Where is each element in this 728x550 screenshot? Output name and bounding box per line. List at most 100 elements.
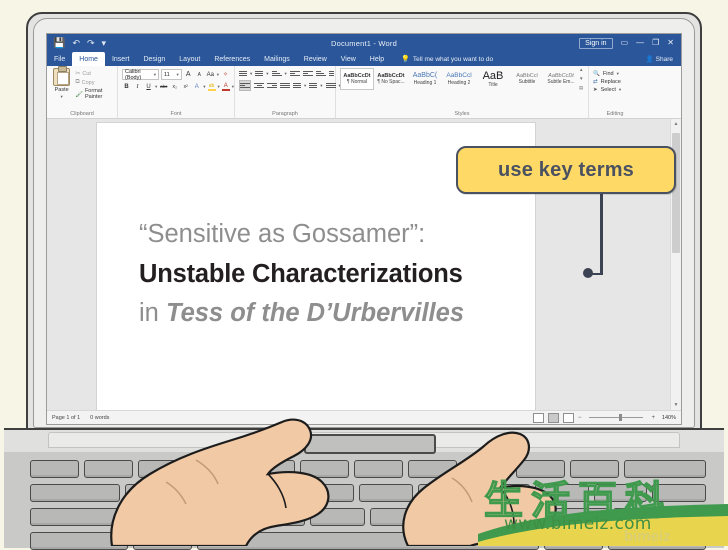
more-styles-icon[interactable]: ▤ [579,85,583,91]
align-right-button[interactable] [267,81,277,90]
font-name-combobox[interactable]: Calibri (Body) ▾ [122,69,160,81]
multilevel-list-button[interactable] [271,69,282,78]
tab-view[interactable]: View [334,52,363,66]
bold-button[interactable]: B [122,82,131,91]
increase-indent-button[interactable] [302,69,313,78]
text-highlight-button[interactable]: ab [207,83,216,91]
chevron-down-icon[interactable]: ▾ [250,71,252,77]
sign-in-button[interactable]: Sign in [579,37,613,49]
paste-button[interactable]: Paste ▾ [51,66,72,100]
format-painter-button[interactable]: 🖌 Format Painter [75,88,113,100]
style-subtle-emphasis[interactable]: AaBbCcDt Subtle Em... [544,68,578,90]
style-label: ¶ No Spac... [377,79,405,86]
chevron-down-icon[interactable]: ▾ [320,83,322,89]
chevron-down-icon[interactable]: ▾ [266,71,268,77]
tab-design[interactable]: Design [136,52,172,66]
tab-review[interactable]: Review [297,52,334,66]
undo-icon[interactable]: ↶ [72,38,80,48]
share-label: Share [655,55,673,63]
styles-gallery-scroll[interactable]: ▲ ▼ ▤ [578,67,583,91]
bullets-button[interactable] [239,69,247,78]
chevron-down-icon[interactable]: ▾ [232,84,234,90]
chevron-down-icon[interactable]: ▾ [155,84,157,90]
line-spacing-button[interactable] [293,81,301,90]
tab-mailings[interactable]: Mailings [257,52,297,66]
redo-icon[interactable]: ↷ [87,38,95,48]
replace-button[interactable]: ⇄ Replace [593,78,637,86]
ribbon-display-options-icon[interactable]: ▭ [621,39,629,47]
quick-access-toolbar[interactable]: 💾 ↶ ↷ ▾ [47,38,106,49]
show-formatting-marks-button[interactable] [328,69,334,78]
style-no-spacing[interactable]: AaBbCcDt ¶ No Spac... [374,68,408,90]
document-line-1: “Sensitive as Gossamer”: [139,220,426,248]
italic-button[interactable]: I [133,82,142,91]
font-color-button[interactable]: A [221,83,230,91]
tab-help[interactable]: Help [363,52,391,66]
minimize-button[interactable]: — [636,39,644,47]
chevron-down-icon[interactable]: ▾ [218,84,220,90]
find-button[interactable]: 🔍 Find ▾ [593,70,637,78]
chevron-down-icon[interactable]: ▾ [285,71,287,77]
tab-layout[interactable]: Layout [172,52,207,66]
style-subtitle[interactable]: AaBbCcl Subtitle [510,68,544,90]
align-center-button[interactable] [254,81,264,90]
find-label: Find [602,71,614,77]
paintbrush-icon: 🖌 [75,91,83,98]
justify-button[interactable] [280,81,290,90]
scroll-up-icon[interactable]: ▲ [671,119,681,129]
close-button[interactable]: ✕ [667,39,674,47]
left-hand [110,418,330,546]
sort-button[interactable] [315,69,326,78]
tab-file[interactable]: File [47,52,72,66]
scroll-down-icon[interactable]: ▼ [579,76,583,82]
chevron-down-icon[interactable]: ▾ [619,87,621,93]
align-left-button[interactable] [239,80,251,91]
underline-button[interactable]: U [144,82,153,91]
cut-button[interactable]: ✂ Cut [75,70,113,78]
ribbon-group-styles: AaBbCcDt ¶ Normal AaBbCcDt ¶ No Spac... … [336,66,589,118]
style-heading-1[interactable]: AaBbC( Heading 1 [408,68,442,90]
copy-button[interactable]: ⧉ Copy [75,79,113,86]
style-label: Heading 2 [447,79,471,86]
document-text-block[interactable]: “Sensitive as Gossamer”: Unstable Charac… [139,215,517,334]
tell-me-search[interactable]: 💡 Tell me what you want to do [401,52,493,66]
text-effects-button[interactable]: A [192,82,201,91]
superscript-button[interactable]: x² [181,82,190,91]
chevron-down-icon[interactable]: ▾ [304,83,306,89]
chevron-down-icon[interactable]: ▾ [217,72,219,78]
chevron-down-icon: ▾ [176,71,179,77]
font-size-combobox[interactable]: 11 ▾ [161,69,182,80]
numbering-button[interactable] [255,69,264,78]
decrease-indent-button[interactable] [289,69,300,78]
style-title[interactable]: AaB Title [476,68,510,90]
chevron-down-icon[interactable]: ▾ [61,94,63,100]
shading-button[interactable] [309,81,318,90]
borders-button[interactable] [325,81,336,90]
callout-text: use key terms [497,158,635,181]
tab-references[interactable]: References [207,52,257,66]
grow-font-button[interactable]: A [184,70,193,79]
select-button[interactable]: ➤ Select ▾ [593,86,637,94]
tab-home[interactable]: Home [72,52,105,66]
styles-gallery[interactable]: AaBbCcDt ¶ Normal AaBbCcDt ¶ No Spac... … [340,67,583,91]
tab-insert[interactable]: Insert [105,52,137,66]
share-button[interactable]: 👤 Share [646,52,681,66]
ribbon-group-paragraph: ▾ ▾ ▾ ▾ ▾ Paragraph [235,66,341,118]
ribbon-group-clipboard: Paste ▾ ✂ Cut ⧉ Copy 🖌 Format Painter Cl… [47,66,118,118]
line3-prefix: in [139,299,166,328]
chevron-down-icon[interactable]: ▾ [102,38,107,48]
style-normal[interactable]: AaBbCcDt ¶ Normal [340,68,374,91]
scroll-up-icon[interactable]: ▲ [579,67,583,73]
style-heading-2[interactable]: AaBbCcl Heading 2 [442,68,476,90]
restore-button[interactable]: ❐ [652,39,659,47]
chevron-down-icon[interactable]: ▾ [203,84,205,90]
style-preview: AaB [482,70,504,82]
clear-formatting-button[interactable]: ✧ [221,70,230,79]
subscript-button[interactable]: x₂ [170,82,179,91]
change-case-button[interactable]: Aa [206,70,215,79]
chevron-down-icon[interactable]: ▾ [617,71,619,77]
font-color-bar [221,88,230,91]
shrink-font-button[interactable]: A [195,70,204,79]
save-icon[interactable]: 💾 [53,38,65,49]
strikethrough-button[interactable]: abc [159,82,168,91]
